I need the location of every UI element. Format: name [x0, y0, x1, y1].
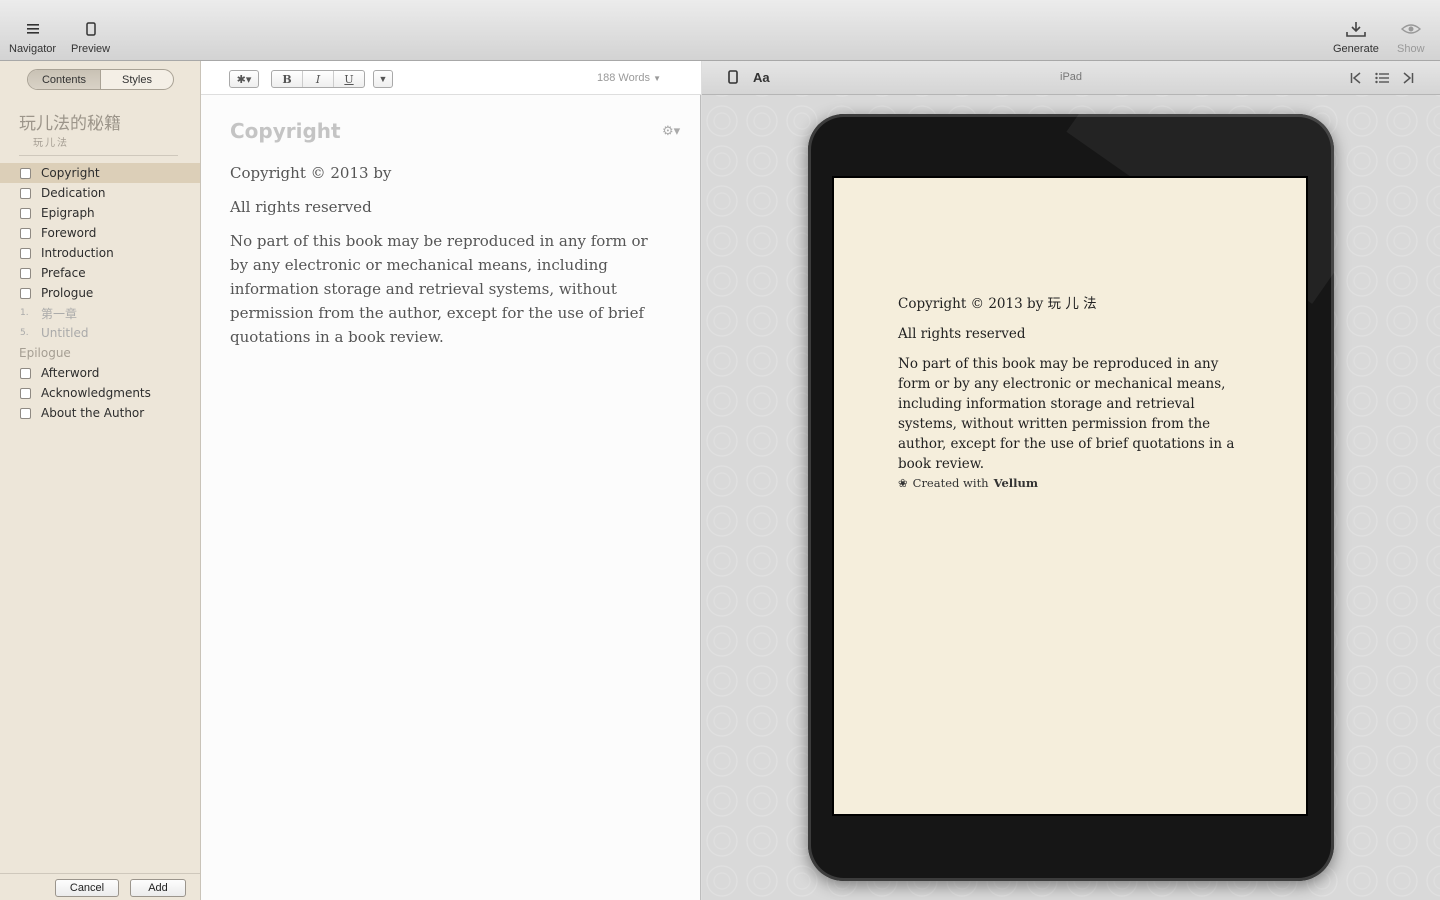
book-title[interactable]: 玩儿法的秘籍 [19, 109, 121, 134]
device-name: iPad [1060, 71, 1083, 83]
tab-contents[interactable]: Contents [28, 70, 101, 89]
checkbox[interactable] [20, 367, 31, 379]
generate-label: Generate [1333, 43, 1379, 55]
preview-paragraph: All rights reserved [898, 326, 1026, 342]
download-tray-icon [1345, 18, 1367, 40]
tab-styles[interactable]: Styles [101, 70, 173, 89]
toc-item-acknowledgments[interactable]: Acknowledgments [0, 383, 200, 403]
first-page-button[interactable] [1350, 71, 1362, 89]
checkbox[interactable] [20, 247, 31, 259]
editor-paragraph[interactable]: Copyright © 2013 by [230, 161, 660, 185]
ipad-device-frame: Copyright © 2013 by 玩 儿 法 All rights res… [808, 114, 1334, 881]
book-author[interactable]: 玩儿法 [33, 134, 69, 149]
navigator-label: Navigator [9, 43, 57, 55]
preview-pane: Aa iPad Copyright © 2013 by 玩 儿 法 All ri… [702, 61, 1440, 900]
divider [19, 155, 178, 156]
italic-button[interactable]: I [303, 71, 334, 87]
checkbox[interactable] [20, 387, 31, 399]
table-of-contents: Copyright Dedication Epigraph Foreword I… [0, 163, 200, 423]
checkbox[interactable] [20, 167, 31, 179]
gear-icon[interactable]: ⚙▾ [662, 123, 680, 139]
checkbox[interactable] [20, 207, 31, 219]
show-label: Show [1397, 43, 1425, 55]
last-page-button[interactable] [1402, 71, 1414, 89]
skip-forward-icon [1403, 72, 1414, 84]
created-with-vellum: ❀ Created with Vellum [898, 476, 1039, 490]
toc-item-epilogue[interactable]: Epilogue [0, 343, 200, 363]
editor-paragraph[interactable]: No part of this book may be reproduced i… [230, 229, 660, 349]
sidebar-footer: Cancel Add [0, 873, 200, 900]
add-button[interactable]: Add [130, 879, 186, 897]
checkbox[interactable] [20, 287, 31, 299]
underline-button[interactable]: U [334, 71, 364, 87]
preview-label: Preview [71, 43, 111, 55]
editor-body[interactable]: Copyright © 2013 by All rights reserved … [230, 161, 660, 359]
preview-paragraph: No part of this book may be reproduced i… [898, 356, 1235, 472]
list-icon [1375, 72, 1389, 84]
vellum-flower-icon: ❀ [898, 476, 908, 490]
checkbox[interactable] [20, 267, 31, 279]
toc-item-prologue[interactable]: Prologue [0, 283, 200, 303]
toc-item-about-the-author[interactable]: About the Author [0, 403, 200, 423]
preview-page-text: Copyright © 2013 by 玩 儿 法 All rights res… [898, 294, 1246, 484]
format-bar: ✱▾ B I U ▼ 188 Words ▼ [201, 61, 701, 95]
tablet-icon [728, 70, 738, 84]
contents-list-button[interactable] [1375, 71, 1389, 89]
bold-button[interactable]: B [272, 71, 303, 87]
preview-bar: Aa iPad [702, 61, 1440, 95]
text-style-group: B I U [271, 70, 365, 88]
sidebar-segmented-control: Contents Styles [27, 69, 174, 90]
generate-button[interactable]: Generate [1333, 18, 1379, 55]
ornament-menu-button[interactable]: ✱▾ [229, 70, 259, 88]
checkbox[interactable] [20, 187, 31, 199]
editor-paragraph[interactable]: All rights reserved [230, 195, 660, 219]
tablet-icon [85, 18, 96, 40]
checkbox[interactable] [20, 227, 31, 239]
toc-item-preface[interactable]: Preface [0, 263, 200, 283]
list-icon [26, 18, 39, 40]
toc-item-chapter-1[interactable]: 1. 第一章 [0, 303, 200, 323]
font-size-button[interactable]: Aa [753, 70, 770, 85]
checkbox[interactable] [20, 407, 31, 419]
skip-back-icon [1350, 72, 1361, 84]
toc-item-epigraph[interactable]: Epigraph [0, 203, 200, 223]
chapter-title[interactable]: Copyright [230, 119, 341, 143]
toc-item-introduction[interactable]: Introduction [0, 243, 200, 263]
toc-item-afterword[interactable]: Afterword [0, 363, 200, 383]
chevron-down-icon: ▼ [653, 74, 661, 83]
ipad-screen[interactable]: Copyright © 2013 by 玩 儿 法 All rights res… [832, 176, 1308, 816]
toc-item-dedication[interactable]: Dedication [0, 183, 200, 203]
navigator-button[interactable]: Navigator [9, 18, 56, 55]
more-menu-button[interactable]: ▼ [373, 70, 393, 88]
asterisk-icon: ✱▾ [236, 73, 252, 86]
preview-paragraph: Copyright © 2013 by 玩 儿 法 [898, 296, 1097, 312]
navigator-sidebar: Contents Styles 玩儿法的秘籍 玩儿法 Copyright Ded… [0, 61, 201, 900]
cancel-button[interactable]: Cancel [55, 879, 119, 897]
toc-item-copyright[interactable]: Copyright [0, 163, 200, 183]
toc-item-chapter-5[interactable]: 5. Untitled [0, 323, 200, 343]
preview-button[interactable]: Preview [71, 18, 110, 55]
main-toolbar: Navigator Preview Generate Show [0, 0, 1440, 61]
device-menu-button[interactable] [728, 70, 738, 89]
show-button[interactable]: Show [1397, 18, 1425, 55]
eye-icon [1400, 18, 1422, 40]
text-editor: ✱▾ B I U ▼ 188 Words ▼ Copyright ⚙▾ Copy… [201, 61, 701, 900]
chevron-down-icon: ▼ [378, 74, 388, 84]
word-count-menu[interactable]: 188 Words ▼ [597, 72, 661, 84]
toc-item-foreword[interactable]: Foreword [0, 223, 200, 243]
